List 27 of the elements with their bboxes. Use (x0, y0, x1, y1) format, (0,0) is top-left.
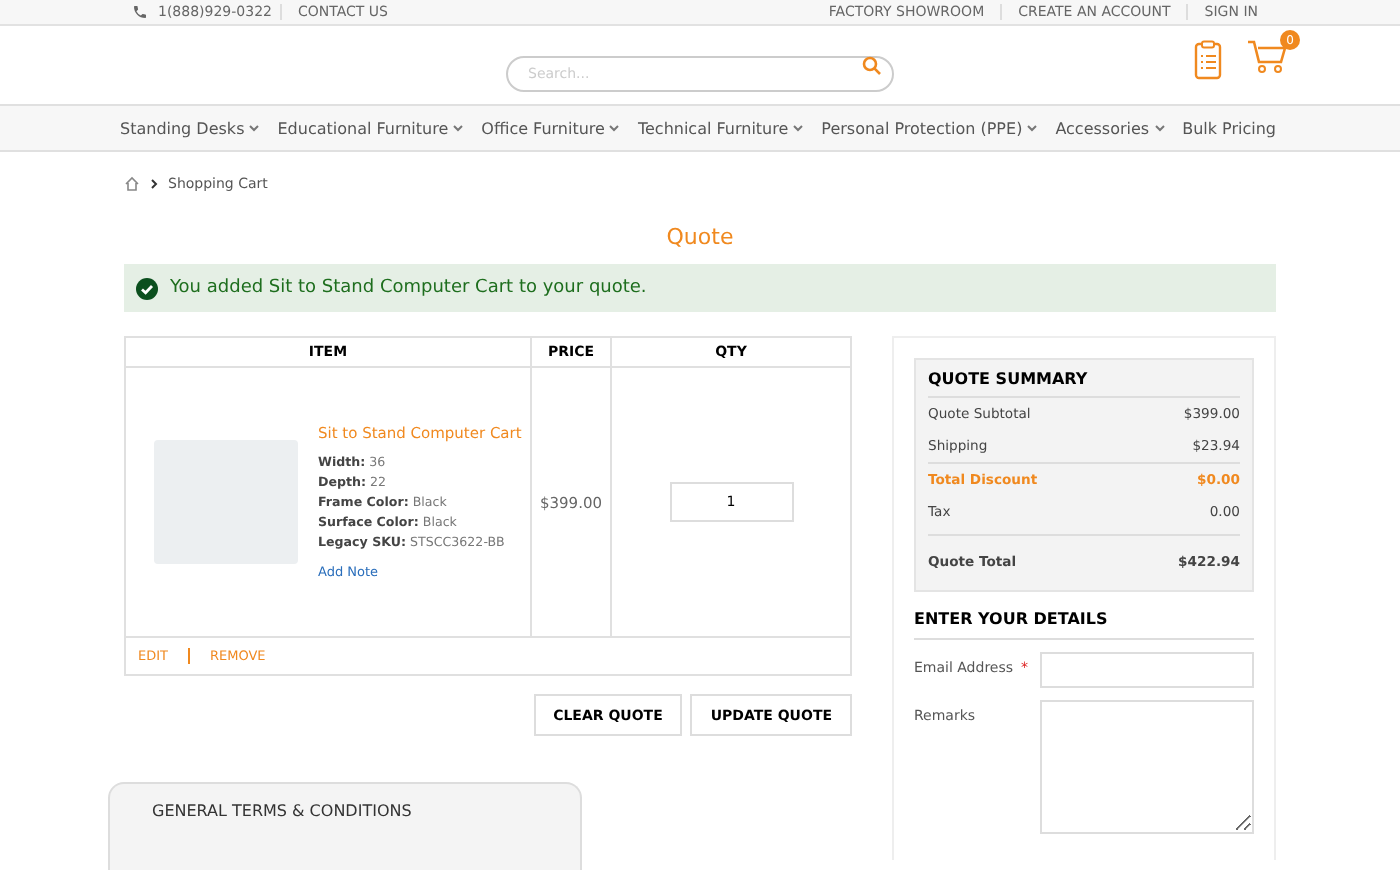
summary-title: QUOTE SUMMARY (928, 370, 1240, 398)
nav-menu-item[interactable]: Standing Desks (120, 119, 261, 137)
remarks-field[interactable] (1040, 700, 1254, 834)
caret-icon (248, 124, 261, 132)
alert-text: You added Sit to Stand Computer Cart to your quote. (170, 278, 647, 298)
page-title: Quote (664, 224, 736, 252)
details-title: ENTER YOUR DETAILS (914, 610, 1254, 640)
nav-menu-item[interactable]: Personal Protection (PPE) (821, 119, 1039, 137)
nav-menu-item[interactable]: Accessories (1055, 119, 1166, 137)
check-circle-icon (136, 277, 158, 299)
terms-title: GENERAL TERMS & CONDITIONS (152, 802, 414, 820)
nav-menu-item[interactable]: Technical Furniture (637, 119, 805, 137)
search-icon[interactable] (862, 56, 882, 76)
home-icon[interactable] (124, 175, 140, 191)
clipboard-icon[interactable] (1194, 40, 1222, 80)
chevron-right-icon (150, 177, 158, 189)
nav-menu-item[interactable]: Bulk Pricing (1182, 119, 1276, 137)
caret-icon (452, 124, 465, 132)
email-field[interactable] (1040, 652, 1254, 688)
caret-icon (608, 124, 621, 132)
caret-icon (792, 124, 805, 132)
phone-icon (132, 4, 148, 20)
caret-icon (1153, 124, 1166, 132)
nav-menu-item[interactable]: Office Furniture (481, 119, 621, 137)
caret-icon (1026, 124, 1039, 132)
nav-menu-item[interactable]: Educational Furniture (277, 119, 465, 137)
cart-icon[interactable] (1246, 38, 1290, 74)
